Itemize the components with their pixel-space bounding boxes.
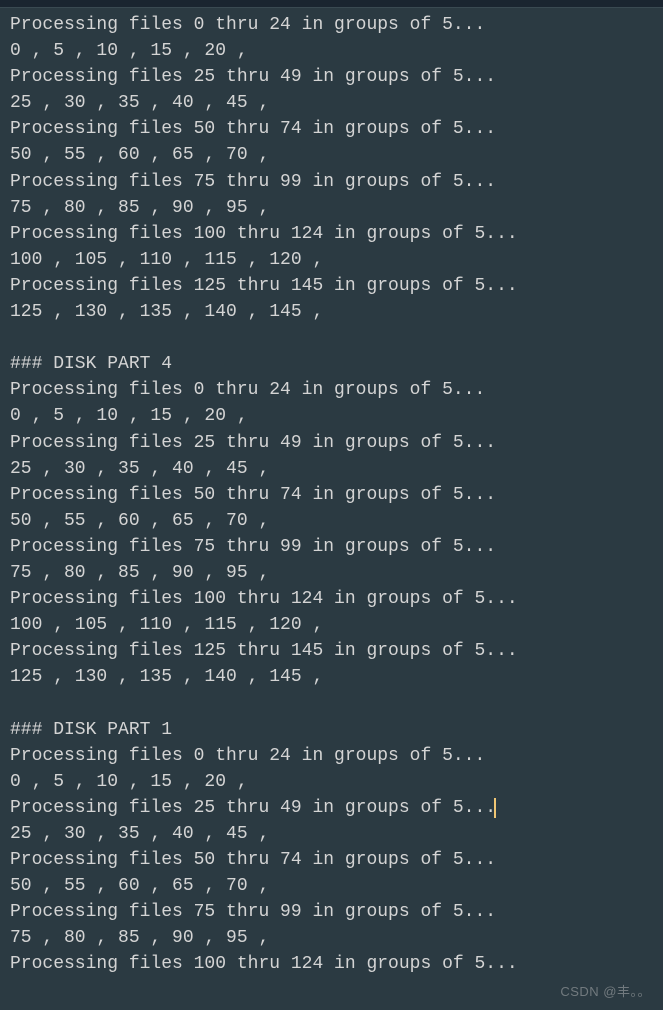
terminal-line: Processing files 100 thru 124 in groups … <box>10 221 653 247</box>
terminal-line: Processing files 100 thru 124 in groups … <box>10 586 653 612</box>
terminal-line: 75 , 80 , 85 , 90 , 95 , <box>10 560 653 586</box>
text-cursor <box>494 798 496 818</box>
terminal-line: Processing files 25 thru 49 in groups of… <box>10 430 653 456</box>
terminal-line: 50 , 55 , 60 , 65 , 70 , <box>10 508 653 534</box>
terminal-line: ### DISK PART 1 <box>10 717 653 743</box>
terminal-line <box>10 690 653 716</box>
window-titlebar <box>0 0 663 8</box>
terminal-line: 125 , 130 , 135 , 140 , 145 , <box>10 664 653 690</box>
terminal-line: 50 , 55 , 60 , 65 , 70 , <box>10 142 653 168</box>
terminal-line: Processing files 75 thru 99 in groups of… <box>10 534 653 560</box>
terminal-line: Processing files 25 thru 49 in groups of… <box>10 795 653 821</box>
terminal-line: 75 , 80 , 85 , 90 , 95 , <box>10 925 653 951</box>
terminal-line: Processing files 75 thru 99 in groups of… <box>10 169 653 195</box>
terminal-line: Processing files 25 thru 49 in groups of… <box>10 64 653 90</box>
terminal-line: Processing files 100 thru 124 in groups … <box>10 951 653 977</box>
terminal-line: 0 , 5 , 10 , 15 , 20 , <box>10 403 653 429</box>
terminal-line: Processing files 50 thru 74 in groups of… <box>10 116 653 142</box>
terminal-line: 25 , 30 , 35 , 40 , 45 , <box>10 456 653 482</box>
terminal-line: Processing files 125 thru 145 in groups … <box>10 273 653 299</box>
terminal-line: Processing files 125 thru 145 in groups … <box>10 638 653 664</box>
terminal-line: Processing files 50 thru 74 in groups of… <box>10 482 653 508</box>
terminal-line: Processing files 0 thru 24 in groups of … <box>10 377 653 403</box>
terminal-output[interactable]: Processing files 0 thru 24 in groups of … <box>0 8 663 981</box>
terminal-line: 100 , 105 , 110 , 115 , 120 , <box>10 612 653 638</box>
terminal-line: 125 , 130 , 135 , 140 , 145 , <box>10 299 653 325</box>
terminal-line: Processing files 0 thru 24 in groups of … <box>10 743 653 769</box>
terminal-line: 0 , 5 , 10 , 15 , 20 , <box>10 38 653 64</box>
terminal-line: Processing files 0 thru 24 in groups of … <box>10 12 653 38</box>
terminal-line: ### DISK PART 4 <box>10 351 653 377</box>
watermark-text: CSDN @丰。。 <box>560 983 651 1002</box>
terminal-line: 25 , 30 , 35 , 40 , 45 , <box>10 90 653 116</box>
terminal-line: Processing files 50 thru 74 in groups of… <box>10 847 653 873</box>
terminal-line: 75 , 80 , 85 , 90 , 95 , <box>10 195 653 221</box>
terminal-line <box>10 325 653 351</box>
terminal-line: 0 , 5 , 10 , 15 , 20 , <box>10 769 653 795</box>
terminal-line: 50 , 55 , 60 , 65 , 70 , <box>10 873 653 899</box>
terminal-line: 25 , 30 , 35 , 40 , 45 , <box>10 821 653 847</box>
terminal-line: 100 , 105 , 110 , 115 , 120 , <box>10 247 653 273</box>
terminal-line: Processing files 75 thru 99 in groups of… <box>10 899 653 925</box>
